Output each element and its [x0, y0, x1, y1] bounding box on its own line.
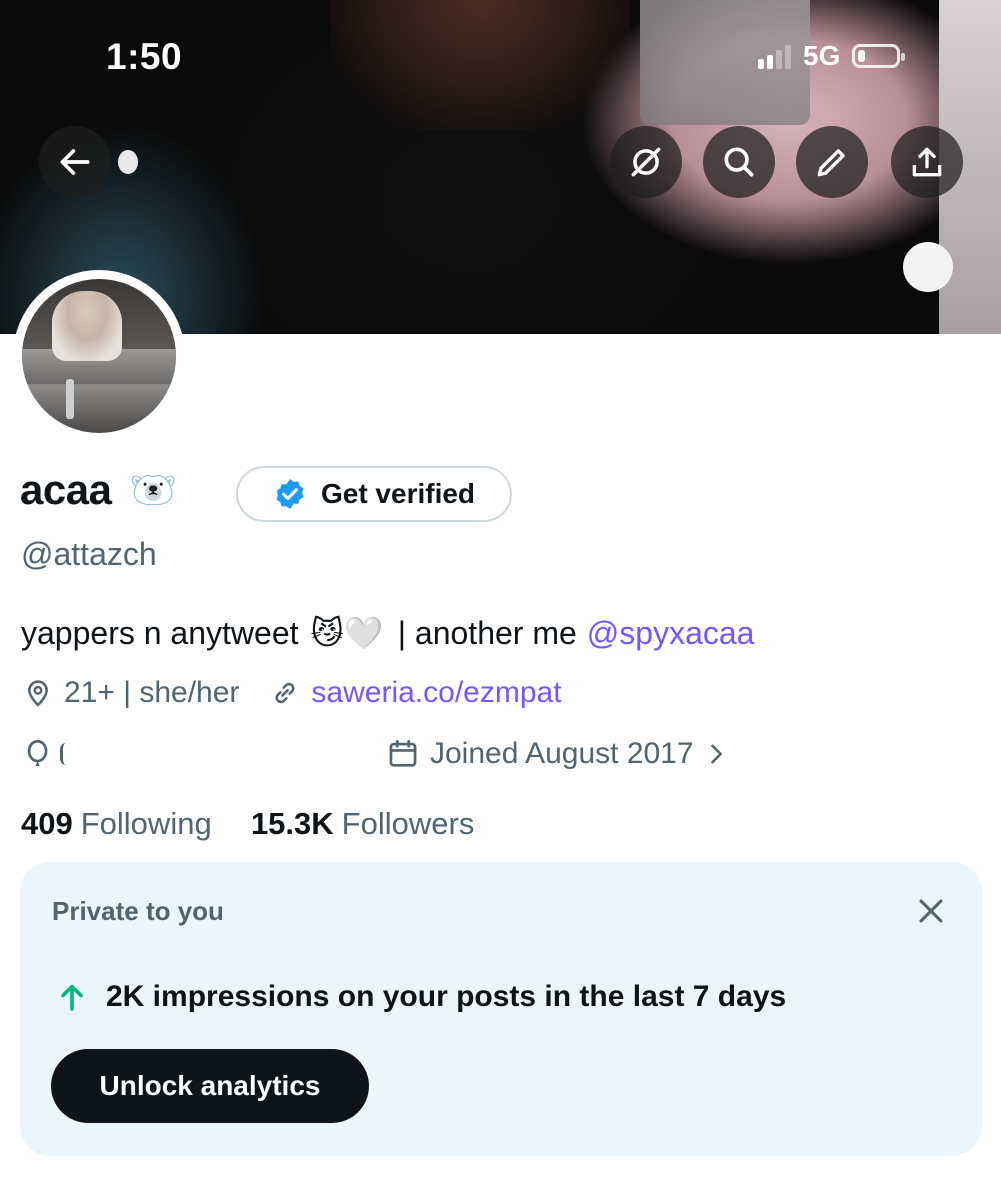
display-name: acaa [20, 466, 112, 513]
card-title: Private to you [52, 896, 224, 926]
followers-count: 15.3K [250, 806, 334, 841]
status-time: 1:50 [106, 36, 183, 77]
calendar-icon [389, 739, 417, 767]
birthday-truncated [60, 743, 69, 765]
following-label: Following [80, 806, 212, 841]
location-pin-icon [28, 680, 48, 707]
pencil-icon [817, 149, 845, 177]
following-count: 409 [21, 806, 73, 841]
avatar-photo-detail [52, 291, 122, 361]
banner-photo-detail [330, 0, 630, 130]
balloon-icon [27, 739, 48, 767]
chevron-right-icon [710, 744, 722, 764]
grok-icon [631, 147, 661, 177]
close-icon[interactable] [914, 894, 948, 928]
avatar-photo [22, 279, 176, 433]
get-verified-label: Get verified [320, 478, 476, 509]
bio-separator: | another me [397, 614, 577, 651]
arrow-left-icon [60, 149, 90, 175]
battery-icon [852, 44, 906, 68]
edit-button[interactable] [796, 126, 868, 198]
avatar[interactable] [13, 270, 185, 442]
status-indicators: 5G [758, 40, 906, 72]
link-icon [275, 682, 295, 704]
birthday-item [22, 737, 69, 771]
joined-item[interactable]: Joined August 2017 [386, 737, 730, 771]
verified-badge-icon [276, 479, 304, 509]
share-button[interactable] [891, 126, 963, 198]
banner-photo-detail [118, 150, 138, 174]
avatar-photo-detail [66, 379, 74, 419]
profile-meta-row: 21+ | she/her saweria.co/ezmpat [22, 676, 562, 710]
unlock-analytics-button[interactable]: Unlock analytics [51, 1049, 369, 1123]
search-icon [724, 147, 754, 177]
private-analytics-card: Private to you 2K impressions on your po… [20, 862, 982, 1156]
get-verified-button[interactable]: Get verified [236, 466, 512, 522]
search-button[interactable] [703, 126, 775, 198]
display-name-row: acaa 🐻‍❄️ [20, 466, 177, 514]
bio-text: yappers n anytweet [21, 614, 299, 651]
user-handle: @attazch [21, 536, 157, 572]
arrow-up-icon [61, 984, 83, 1011]
bio: yappers n anytweet 😼🤍 | another me @spyx… [21, 614, 754, 652]
back-button[interactable] [39, 126, 111, 198]
name-emoji: 🐻‍❄️ [129, 467, 177, 512]
unlock-analytics-label: Unlock analytics [99, 1070, 321, 1101]
banner-photo-detail [903, 242, 953, 292]
impressions-summary: 2K impressions on your posts in the last… [54, 979, 786, 1015]
joined-text: Joined August 2017 [430, 737, 694, 770]
network-type: 5G [803, 40, 841, 71]
followers-label: Followers [341, 806, 475, 841]
location-text: 21+ | she/her [64, 676, 240, 709]
bio-mention-link[interactable]: @spyxacaa [587, 615, 755, 652]
share-icon [912, 147, 942, 177]
follow-stats: 409 Following 15.3K Followers [21, 806, 474, 842]
followers-stat[interactable]: 15.3K Followers [251, 806, 474, 841]
impressions-text: 2K impressions on your posts in the last… [106, 980, 787, 1013]
signal-icon [758, 43, 791, 69]
website-link[interactable]: saweria.co/ezmpat [311, 676, 561, 710]
profile-meta-row-2: Joined August 2017 [22, 737, 782, 777]
following-stat[interactable]: 409 Following [21, 806, 212, 841]
bio-emojis: 😼🤍 [310, 614, 384, 652]
grok-button[interactable] [610, 126, 682, 198]
